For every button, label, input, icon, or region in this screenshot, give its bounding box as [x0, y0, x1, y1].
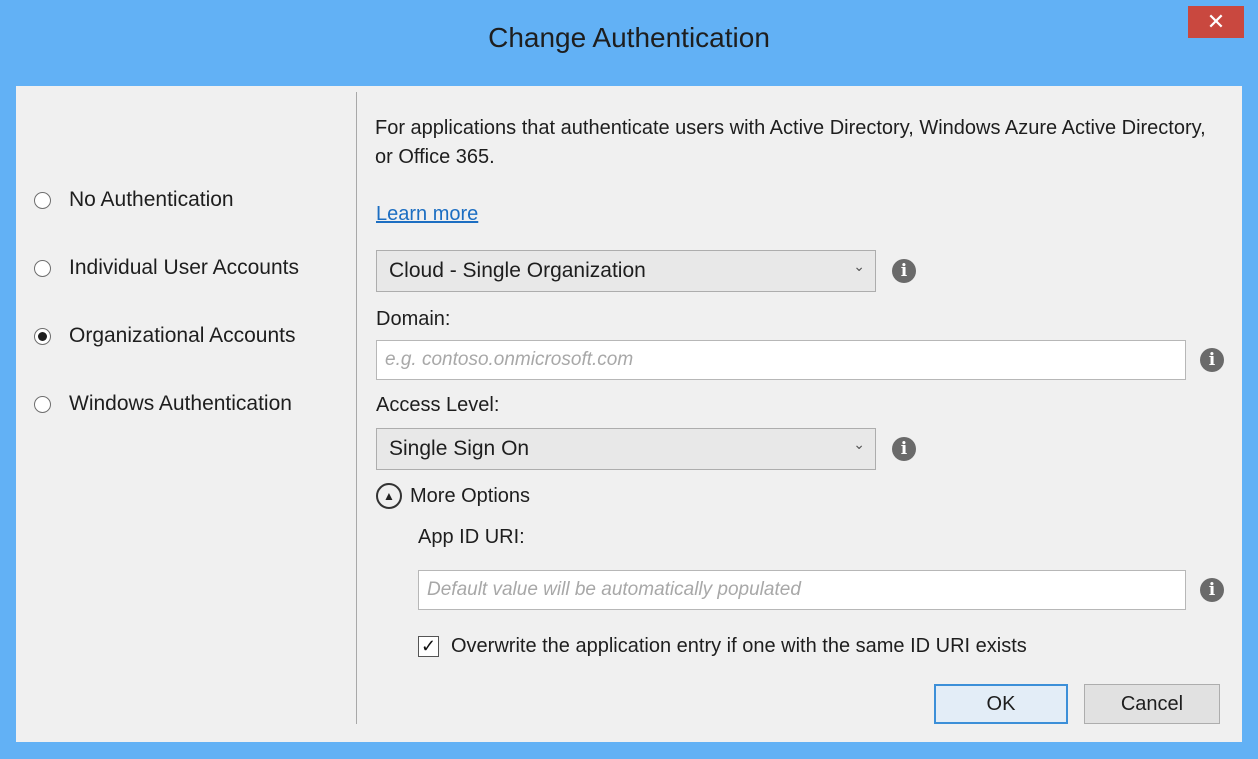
radio-label: Organizational Accounts — [69, 324, 296, 347]
info-icon[interactable]: i — [892, 437, 916, 461]
radio-label: No Authentication — [69, 188, 234, 211]
domain-input[interactable]: e.g. contoso.onmicrosoft.com — [376, 340, 1186, 380]
cancel-button[interactable]: Cancel — [1084, 684, 1220, 724]
dialog-title: Change Authentication — [488, 22, 770, 53]
more-options-toggle[interactable]: ▲ More Options — [376, 481, 530, 511]
info-icon[interactable]: i — [892, 259, 916, 283]
close-button[interactable]: ✕ — [1188, 6, 1244, 38]
access-level-value: Single Sign On — [389, 437, 530, 460]
learn-more-link[interactable]: Learn more — [376, 203, 478, 226]
organization-type-value: Cloud - Single Organization — [389, 259, 646, 282]
domain-placeholder: e.g. contoso.onmicrosoft.com — [385, 349, 634, 370]
dialog-client-area: No Authentication Individual User Accoun… — [16, 86, 1242, 742]
vertical-divider — [356, 92, 357, 724]
radio-button-icon[interactable] — [34, 259, 51, 277]
radio-button-selected-icon[interactable] — [34, 327, 51, 345]
access-level-label: Access Level: — [376, 394, 500, 416]
radio-label: Windows Authentication — [69, 392, 292, 415]
chevron-down-icon: ⌄ — [853, 258, 865, 274]
info-icon[interactable]: i — [1200, 348, 1224, 372]
radio-button-icon[interactable] — [34, 395, 51, 413]
domain-label: Domain: — [376, 308, 451, 330]
overwrite-label: Overwrite the application entry if one w… — [451, 634, 1027, 657]
more-options-label: More Options — [410, 484, 531, 507]
radio-button-icon[interactable] — [34, 191, 51, 209]
chevron-down-icon: ⌄ — [853, 436, 865, 452]
access-level-dropdown[interactable]: Single Sign On ⌄ — [376, 428, 876, 470]
radio-label: Individual User Accounts — [69, 256, 299, 279]
organization-type-dropdown[interactable]: Cloud - Single Organization ⌄ — [376, 250, 876, 292]
description-text: For applications that authenticate users… — [375, 117, 1206, 168]
app-id-uri-input[interactable]: Default value will be automatically popu… — [418, 570, 1186, 610]
checkbox-checked-icon[interactable]: ✓ — [418, 635, 439, 657]
close-icon: ✕ — [1206, 9, 1226, 34]
collapse-icon: ▲ — [376, 483, 402, 509]
overwrite-option[interactable]: ✓ Overwrite the application entry if one… — [418, 631, 1027, 661]
title-bar: Change Authentication ✕ — [0, 0, 1258, 86]
ok-button[interactable]: OK — [934, 684, 1068, 724]
app-id-uri-label: App ID URI: — [418, 526, 525, 548]
info-icon[interactable]: i — [1200, 578, 1224, 602]
radio-organizational-accounts[interactable]: Organizational Accounts — [34, 320, 295, 352]
app-id-uri-placeholder: Default value will be automatically popu… — [427, 579, 801, 600]
radio-windows-authentication[interactable]: Windows Authentication — [34, 388, 292, 420]
radio-no-authentication[interactable]: No Authentication — [34, 184, 234, 216]
change-authentication-dialog: Change Authentication ✕ No Authenticatio… — [0, 0, 1258, 759]
radio-individual-user-accounts[interactable]: Individual User Accounts — [34, 252, 299, 284]
